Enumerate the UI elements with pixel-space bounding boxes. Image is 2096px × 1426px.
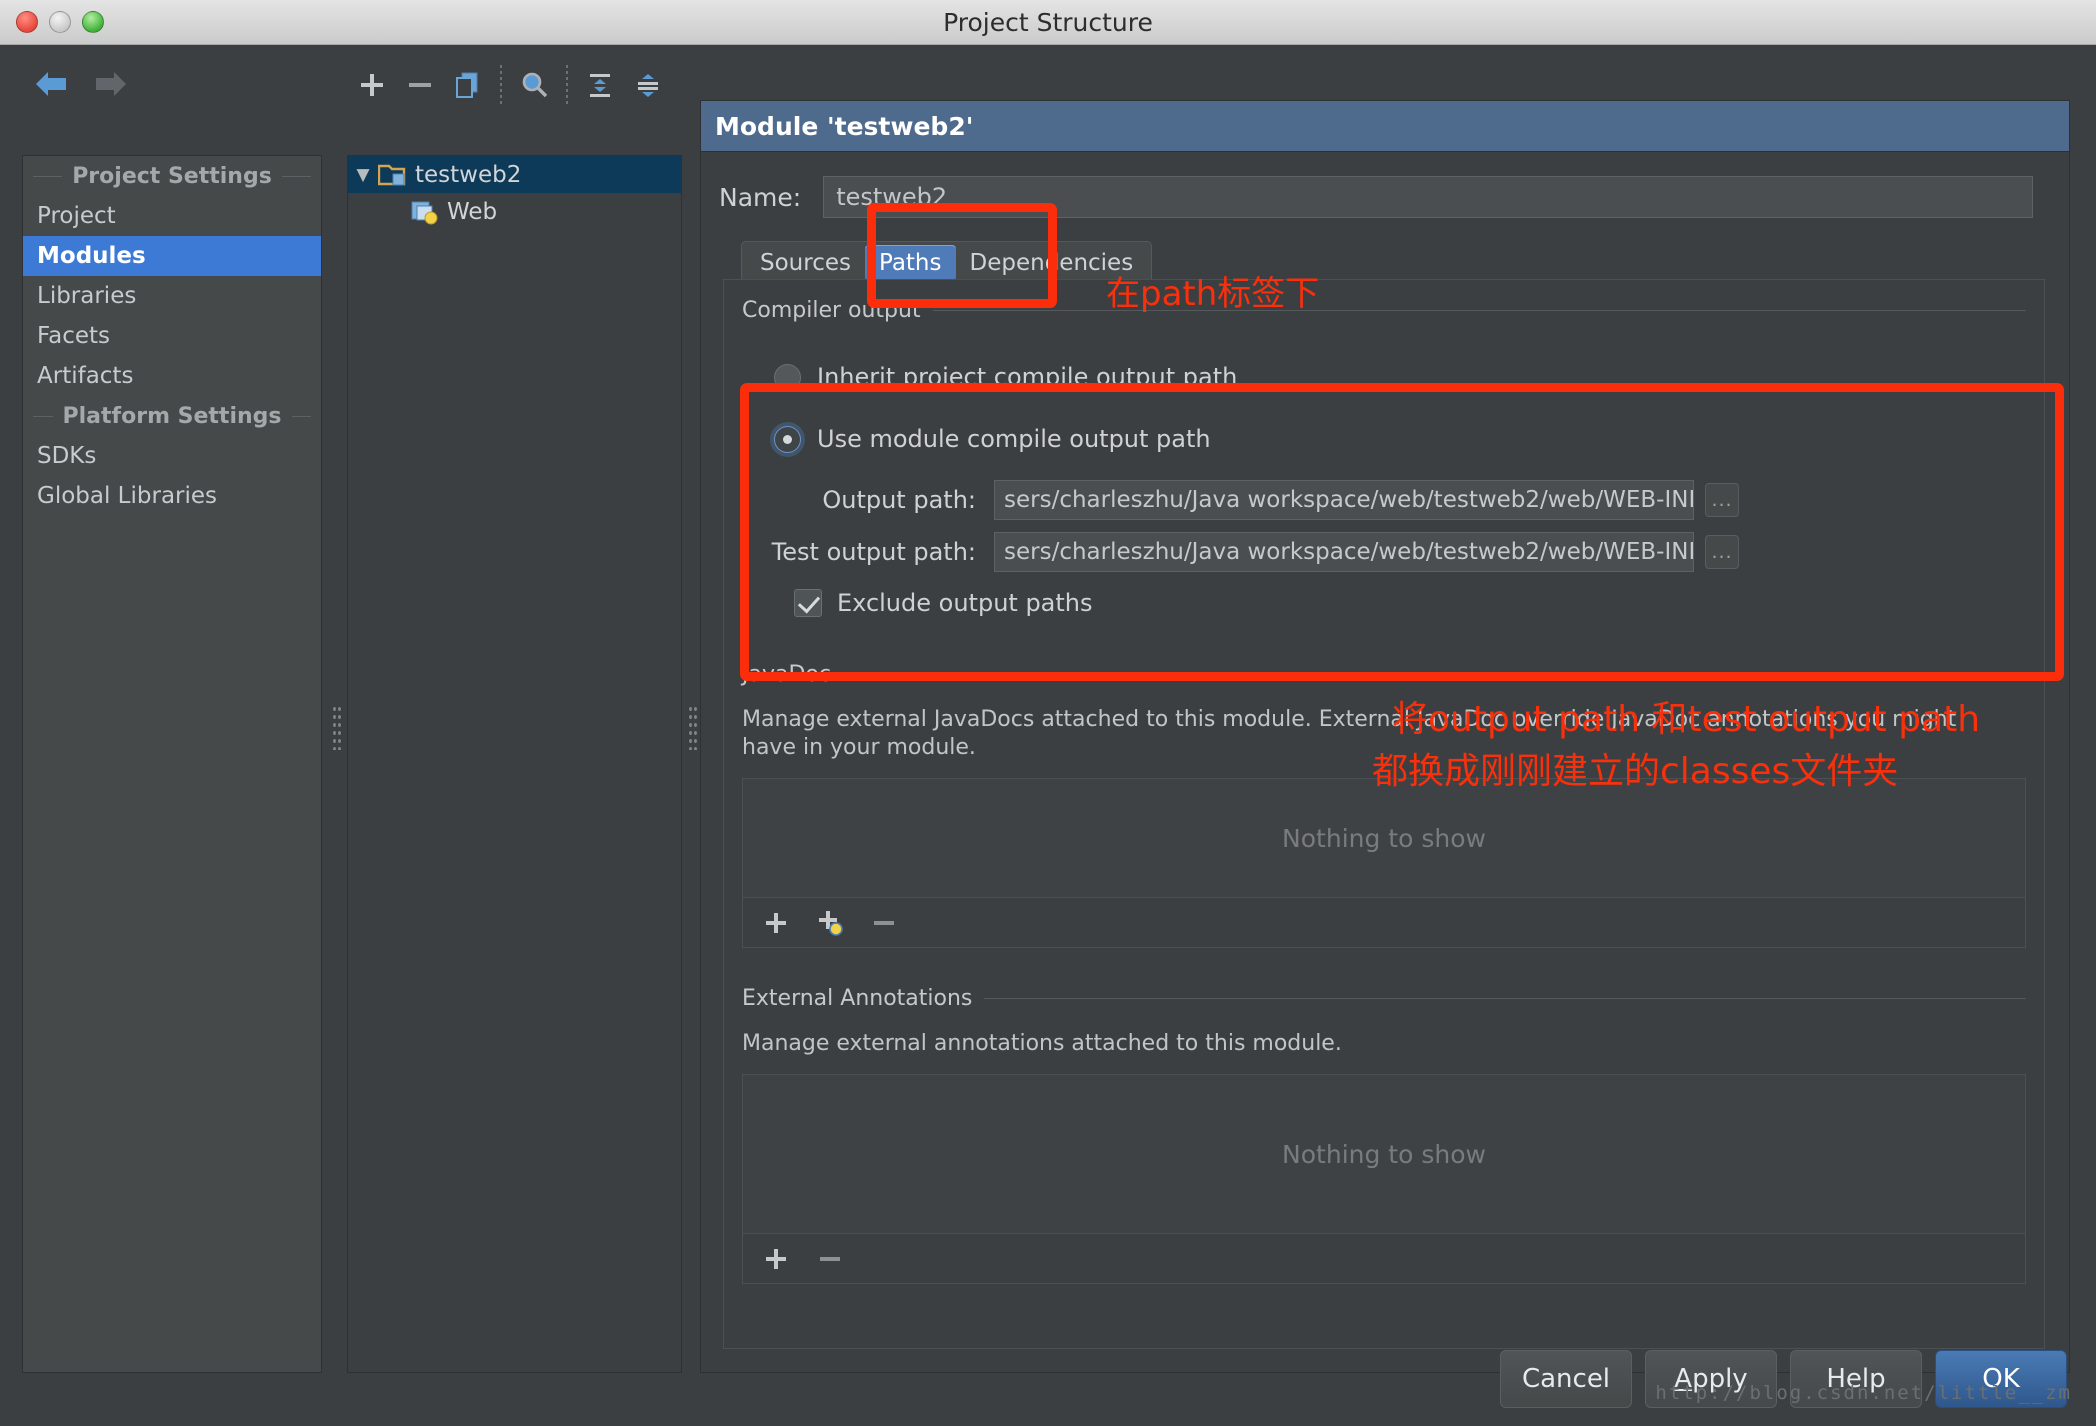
external-annotations-title: External Annotations <box>742 980 2026 1016</box>
module-detail-header: Module 'testweb2' <box>701 101 2069 152</box>
tab-dependencies[interactable]: Dependencies <box>956 245 1148 281</box>
output-path-input[interactable]: sers/charleszhu/Java workspace/web/testw… <box>994 480 1694 520</box>
test-output-path-label: Test output path: <box>771 538 976 566</box>
add-module-button[interactable] <box>348 63 396 107</box>
test-output-path-input[interactable]: sers/charleszhu/Java workspace/web/testw… <box>994 532 1694 572</box>
exclude-output-label: Exclude output paths <box>837 589 1093 617</box>
module-output-radio-row[interactable]: Use module compile output path <box>774 416 2026 462</box>
tree-node-label: testweb2 <box>415 161 522 188</box>
module-name-label: Name: <box>719 182 802 212</box>
add-javadoc-button[interactable] <box>759 906 793 940</box>
sidebar-item-global-libraries[interactable]: Global Libraries <box>23 476 321 516</box>
add-javadoc-url-button[interactable] <box>813 906 847 940</box>
external-annotations-section: External Annotations Manage external ann… <box>742 980 2026 1284</box>
compiler-output-section: Compiler output Inherit project compile … <box>742 292 2026 628</box>
output-path-browse-button[interactable]: ... <box>1705 483 1739 517</box>
web-facet-icon <box>410 199 440 225</box>
exclude-output-row[interactable]: Exclude output paths <box>794 578 2026 628</box>
javadoc-description: Manage external JavaDocs attached to thi… <box>742 707 1957 760</box>
module-name-input[interactable]: testweb2 <box>823 176 2034 218</box>
javadoc-section: JavaDoc Manage external JavaDocs attache… <box>742 656 2026 948</box>
toolbar-separator <box>566 65 568 105</box>
tab-paths[interactable]: Paths <box>864 245 956 281</box>
window-titlebar: Project Structure <box>0 0 2096 45</box>
module-detail-panel: Module 'testweb2' Name: testweb2 Sources… <box>700 100 2070 1373</box>
exclude-output-checkbox[interactable] <box>794 589 822 617</box>
sidebar-item-project[interactable]: Project <box>23 196 321 236</box>
module-output-label: Use module compile output path <box>817 425 1211 453</box>
forward-arrow-icon[interactable] <box>92 67 130 101</box>
copy-module-button[interactable] <box>444 63 492 107</box>
chevron-down-icon[interactable]: ▼ <box>348 165 378 185</box>
sidebar-item-sdks[interactable]: SDKs <box>23 436 321 476</box>
inherit-output-radio-row[interactable]: Inherit project compile output path <box>774 354 2026 400</box>
output-path-label: Output path: <box>822 486 976 514</box>
sidebar-item-libraries[interactable]: Libraries <box>23 276 321 316</box>
module-tree-panel: ▼ testweb2 Web <box>347 155 682 1373</box>
paths-tab-content: Compiler output Inherit project compile … <box>723 279 2045 1349</box>
search-icon[interactable] <box>510 63 558 107</box>
navigation-arrows <box>32 67 130 101</box>
collapse-all-icon[interactable] <box>624 63 672 107</box>
splitter-grip-left[interactable] <box>332 705 341 750</box>
test-output-path-row: Test output path: sers/charleszhu/Java w… <box>742 526 2026 578</box>
tree-node-testweb2[interactable]: ▼ testweb2 <box>348 156 681 193</box>
tab-sources[interactable]: Sources <box>746 245 865 281</box>
inherit-output-label: Inherit project compile output path <box>817 363 1238 391</box>
sidebar-item-modules[interactable]: Modules <box>23 236 321 276</box>
module-name-row: Name: testweb2 <box>719 176 2034 218</box>
dialog-body: Project Settings Project Modules Librari… <box>0 45 2096 1426</box>
external-annotations-description: Manage external annotations attached to … <box>742 1031 1342 1056</box>
remove-annotation-button[interactable] <box>813 1242 847 1276</box>
group-header-project-settings: Project Settings <box>23 156 321 196</box>
javadoc-list[interactable]: Nothing to show <box>742 778 2026 898</box>
javadoc-list-toolbar <box>742 898 2026 948</box>
settings-category-panel: Project Settings Project Modules Librari… <box>22 155 322 1373</box>
toolbar-separator <box>500 65 502 105</box>
remove-module-button[interactable] <box>396 63 444 107</box>
external-annotations-list[interactable]: Nothing to show <box>742 1074 2026 1234</box>
back-arrow-icon[interactable] <box>32 67 70 101</box>
tree-node-web[interactable]: Web <box>348 193 681 230</box>
cancel-button[interactable]: Cancel <box>1500 1350 1632 1408</box>
add-annotation-button[interactable] <box>759 1242 793 1276</box>
expand-all-icon[interactable] <box>576 63 624 107</box>
tree-node-label: Web <box>447 198 498 225</box>
module-folder-icon <box>377 162 408 188</box>
sidebar-item-artifacts[interactable]: Artifacts <box>23 356 321 396</box>
remove-javadoc-button[interactable] <box>867 906 901 940</box>
sidebar-item-facets[interactable]: Facets <box>23 316 321 356</box>
compiler-output-title: Compiler output <box>742 292 2026 328</box>
watermark: http://blog.csdn.net/little__zm <box>1655 1382 2072 1404</box>
module-tree-toolbar <box>348 63 672 107</box>
splitter-grip-right[interactable] <box>688 705 697 750</box>
module-output-radio[interactable] <box>774 425 801 453</box>
javadoc-title: JavaDoc <box>742 656 2026 692</box>
output-path-row: Output path: sers/charleszhu/Java worksp… <box>742 474 2026 526</box>
external-annotations-toolbar <box>742 1234 2026 1284</box>
test-output-path-browse-button[interactable]: ... <box>1705 535 1739 569</box>
window-title: Project Structure <box>943 8 1153 37</box>
group-header-platform-settings: Platform Settings <box>23 396 321 436</box>
inherit-output-radio[interactable] <box>774 363 801 391</box>
